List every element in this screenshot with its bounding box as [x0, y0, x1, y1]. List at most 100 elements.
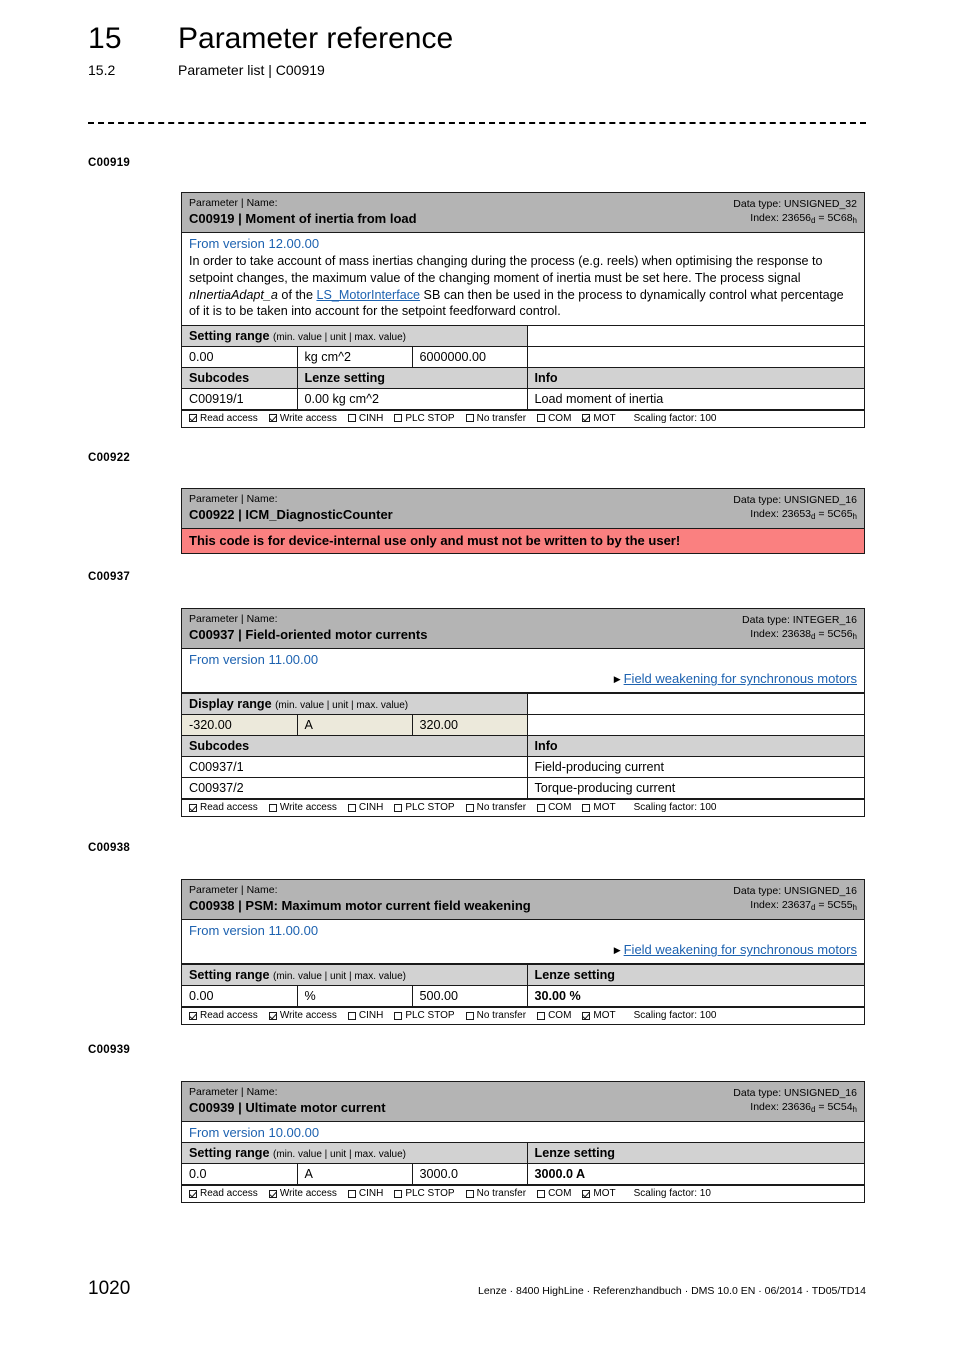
index-text: Index: 23638d = 5C56h — [750, 627, 857, 641]
access-plc-stop: PLC STOP — [394, 413, 455, 424]
scaling-factor: Scaling factor: 10 — [633, 1188, 711, 1200]
access-no-transfer: No transfer — [465, 1010, 526, 1021]
access-mot: MOT — [582, 413, 616, 424]
margin-label-c00922: C00922 — [88, 452, 131, 464]
access-plc-stop: PLC STOP — [394, 1010, 455, 1021]
range-min-value: 0.00 — [182, 345, 298, 368]
parameter-meta: Data type: UNSIGNED_16 Index: 23636d = 5… — [733, 1086, 857, 1114]
section-title: Parameter list | C00919 — [178, 62, 325, 78]
description-text-1: In order to take account of mass inertia… — [189, 254, 823, 285]
triangle-right-icon: ▶ — [613, 674, 621, 685]
subcode-id: C00919/1 — [182, 387, 298, 410]
access-cinh: CINH — [347, 413, 383, 424]
parameter-block-c00937: Parameter | Name: C00937 | Field-oriente… — [181, 608, 865, 818]
margin-label-c00919: C00919 — [88, 157, 131, 169]
parameter-title: C00937 | Field-oriented motor currents — [189, 627, 428, 643]
lenze-setting-header: Lenze setting — [527, 964, 864, 987]
parameter-block-c00938: Parameter | Name: C00938 | PSM: Maximum … — [181, 879, 865, 1026]
chapter-number: 15 — [88, 22, 122, 55]
range-max-value: 6000000.00 — [412, 345, 528, 368]
table-row: 0.0 A 3000.0 3000.0 A — [182, 1163, 864, 1186]
description-text-2: of the — [277, 287, 317, 302]
section-heading: 15.2 Parameter list | C00919 — [88, 62, 868, 78]
parameter-name-caption: Parameter | Name: — [189, 493, 278, 505]
lenze-setting-header: Lenze setting — [297, 366, 528, 389]
checkbox-read-icon — [189, 414, 197, 423]
subcodes-header: Subcodes — [182, 735, 528, 758]
parameter-header: Parameter | Name: C00919 | Moment of ine… — [182, 193, 864, 234]
range-unit-value: kg cm^2 — [297, 345, 413, 368]
checkbox-write-icon — [268, 1189, 277, 1198]
table-row: 0.00 kg cm^2 6000000.00 — [182, 345, 864, 368]
empty-cell — [527, 345, 864, 368]
ls-motorinterface-link[interactable]: LS_MotorInterface — [316, 288, 420, 302]
triangle-right-icon: ▶ — [613, 945, 621, 956]
data-type-text: Data type: UNSIGNED_16 — [733, 885, 857, 897]
table-row: C00919/1 0.00 kg cm^2 Load moment of ine… — [182, 387, 864, 410]
margin-label-c00938: C00938 — [88, 842, 131, 854]
access-mot: MOT — [582, 802, 616, 813]
access-com: COM — [537, 1188, 571, 1199]
parameter-name-caption: Parameter | Name: — [189, 1086, 278, 1098]
cross-reference-row: ▶ Field weakening for synchronous motors — [182, 669, 864, 694]
table-row: C00937/1 Field-producing current — [182, 756, 864, 779]
field-weakening-link[interactable]: Field weakening for synchronous motors — [624, 942, 857, 957]
access-flags-row: Read access Write access CINH PLC STOP N… — [182, 409, 864, 427]
parameter-meta: Data type: UNSIGNED_16 Index: 23637d = 5… — [733, 884, 857, 912]
access-flags-row: Read access Write access CINH PLC STOP N… — [182, 1185, 864, 1202]
parameter-table-c00937: Display range (min. value | unit | max. … — [182, 693, 864, 800]
access-com: COM — [537, 1010, 571, 1021]
range-unit-value: A — [297, 714, 413, 737]
subcode-id: C00937/2 — [182, 777, 528, 800]
subcode-id: C00937/1 — [182, 756, 528, 779]
margin-label-c00937: C00937 — [88, 571, 131, 583]
table-row: Setting range (min. value | unit | max. … — [182, 964, 864, 987]
checkbox-write-icon — [268, 1011, 277, 1020]
checkbox-cinh-icon — [347, 803, 356, 812]
field-weakening-link[interactable]: Field weakening for synchronous motors — [624, 671, 857, 686]
chapter-title: Parameter reference — [178, 22, 454, 55]
page-number: 1020 — [88, 1278, 131, 1299]
access-mot: MOT — [582, 1188, 616, 1199]
parameter-title: C00919 | Moment of inertia from load — [189, 211, 417, 227]
checkbox-write-icon — [268, 803, 277, 812]
range-min-value: -320.00 — [182, 714, 298, 737]
table-row: Setting range (min. value | unit | max. … — [182, 1142, 864, 1165]
access-read: Read access — [189, 802, 258, 813]
info-header: Info — [527, 366, 864, 389]
empty-cell — [527, 714, 864, 737]
section-number: 15.2 — [88, 62, 116, 78]
range-unit-value: A — [297, 1163, 413, 1186]
table-row: Setting range (min. value | unit | max. … — [182, 324, 864, 347]
parameter-title: C00922 | ICM_DiagnosticCounter — [189, 507, 393, 523]
table-row: Subcodes Lenze setting Info — [182, 366, 864, 389]
checkbox-com-icon — [537, 1189, 546, 1198]
range-min-value: 0.00 — [182, 985, 298, 1008]
internal-use-warning: This code is for device-internal use onl… — [182, 529, 864, 554]
parameter-name-caption: Parameter | Name: — [189, 613, 278, 625]
empty-cell — [527, 324, 864, 347]
parameter-title: C00938 | PSM: Maximum motor current fiel… — [189, 898, 531, 914]
table-row: -320.00 A 320.00 — [182, 714, 864, 737]
parameter-meta: Data type: UNSIGNED_32 Index: 23656d = 5… — [733, 197, 857, 225]
setting-range-header: Setting range (min. value | unit | max. … — [182, 1142, 528, 1165]
page-footer: 1020 Lenze · 8400 HighLine · Referenzhan… — [88, 1278, 866, 1300]
access-write: Write access — [268, 413, 337, 424]
access-mot: MOT — [582, 1010, 616, 1021]
document-page: 15 Parameter reference 15.2 Parameter li… — [0, 0, 954, 1350]
subcode-info: Field-producing current — [527, 756, 864, 779]
access-flags-row: Read access Write access CINH PLC STOP N… — [182, 1007, 864, 1024]
parameter-block-c00939: Parameter | Name: C00939 | Ultimate moto… — [181, 1081, 865, 1204]
empty-cell — [527, 693, 864, 716]
parameter-header: Parameter | Name: C00938 | PSM: Maximum … — [182, 880, 864, 921]
access-flags-row: Read access Write access CINH PLC STOP N… — [182, 799, 864, 816]
parameter-title: C00939 | Ultimate motor current — [189, 1100, 386, 1116]
parameter-name-caption: Parameter | Name: — [189, 884, 278, 896]
access-write: Write access — [268, 1010, 337, 1021]
lenze-setting-value: 3000.0 A — [527, 1163, 864, 1186]
checkbox-mot-icon — [582, 1189, 591, 1198]
checkbox-notransfer-icon — [465, 1189, 474, 1198]
access-cinh: CINH — [347, 802, 383, 813]
parameter-header: Parameter | Name: C00939 | Ultimate moto… — [182, 1082, 864, 1123]
index-text: Index: 23637d = 5C55h — [750, 898, 857, 912]
